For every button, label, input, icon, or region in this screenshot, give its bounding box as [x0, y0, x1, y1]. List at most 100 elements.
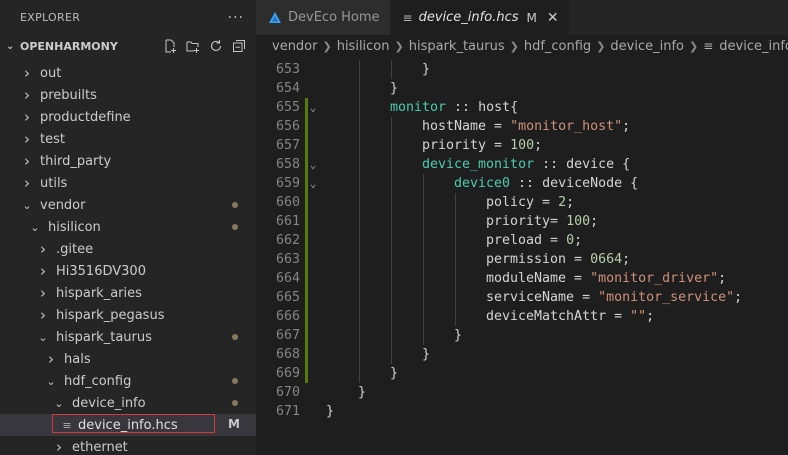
indent-guide — [423, 231, 424, 250]
folder-item[interactable]: › ethernet — [0, 436, 256, 455]
fold-chevron-icon[interactable]: ⌄ — [308, 155, 318, 174]
modified-gutter-bar — [305, 231, 308, 250]
chevron-right-icon[interactable]: › — [20, 174, 34, 192]
line-number: 658 — [275, 157, 300, 172]
fold-chevron-icon[interactable]: ⌄ — [308, 174, 318, 193]
fold-chevron-icon[interactable]: ⌄ — [308, 98, 318, 117]
chevron-down-icon: ⌄ — [6, 40, 15, 52]
line-number: 656 — [275, 119, 300, 134]
code-text: monitor :: host{ — [390, 98, 518, 117]
breadcrumb-item[interactable]: hispark_taurus — [409, 39, 505, 54]
chevron-right-icon[interactable]: › — [20, 130, 34, 148]
chevron-right-icon[interactable]: › — [20, 64, 34, 82]
modified-dot-icon — [232, 400, 238, 406]
project-root[interactable]: ⌄ OPENHARMONY — [0, 35, 256, 57]
deveco-icon — [269, 11, 281, 23]
chevron-right-icon[interactable]: › — [52, 438, 66, 455]
folder-item[interactable]: ⌄ vendor — [0, 194, 256, 216]
code-token: } — [454, 328, 463, 343]
breadcrumb-item[interactable]: device_info.hcs — [719, 39, 788, 54]
code-line: 653} — [256, 60, 788, 79]
code-line: 654} — [256, 79, 788, 98]
code-token: "" — [630, 309, 647, 324]
line-number: 657 — [275, 138, 300, 153]
code-token: } — [422, 62, 431, 77]
file-lines-icon: ≡ — [402, 10, 413, 25]
tree-item-label: hispark_pegasus — [56, 307, 165, 323]
collapse-all-icon[interactable] — [232, 39, 246, 53]
code-text: } — [390, 364, 398, 383]
code-token: device_monitor — [422, 157, 535, 172]
breadcrumb-item[interactable]: device_info — [610, 39, 684, 54]
breadcrumb-item[interactable]: vendor — [272, 39, 317, 54]
code-text: permission = 0664; — [486, 250, 630, 269]
folder-item[interactable]: ⌄ device_info — [0, 392, 256, 414]
chevron-down-icon[interactable]: ⌄ — [20, 199, 34, 212]
indent-guide — [455, 288, 456, 307]
chevron-down-icon[interactable]: ⌄ — [36, 331, 50, 344]
tab-deveco-home[interactable]: DevEco Home — [256, 0, 391, 35]
modified-gutter-bar — [305, 326, 308, 345]
new-file-icon[interactable] — [163, 39, 177, 53]
chevron-right-icon: ❯ — [322, 39, 332, 53]
chevron-right-icon[interactable]: › — [20, 108, 34, 126]
breadcrumb-item[interactable]: hdf_config — [524, 39, 591, 54]
chevron-right-icon[interactable]: › — [36, 262, 50, 280]
tree-item-label: utils — [40, 175, 68, 191]
chevron-right-icon[interactable]: › — [36, 284, 50, 302]
folder-item[interactable]: › third_party — [0, 150, 256, 172]
modified-dot-icon — [232, 202, 238, 208]
folder-item[interactable]: › Hi3516DV300 — [0, 260, 256, 282]
code-token: host{ — [478, 100, 519, 115]
folder-item[interactable]: › utils — [0, 172, 256, 194]
indent-guide — [391, 269, 392, 288]
explorer-title: EXPLORER — [20, 11, 81, 24]
code-token: ; — [566, 195, 575, 210]
chevron-right-icon[interactable]: › — [20, 86, 34, 104]
new-folder-icon[interactable] — [186, 39, 200, 53]
chevron-down-icon[interactable]: ⌄ — [28, 221, 42, 234]
code-text: } — [422, 60, 430, 79]
file-item[interactable]: ≡ device_info.hcs M — [0, 414, 256, 436]
folder-item[interactable]: › test — [0, 128, 256, 150]
code-token: } — [358, 385, 367, 400]
modified-gutter-bar — [305, 250, 308, 269]
chevron-down-icon[interactable]: ⌄ — [44, 375, 58, 388]
folder-item[interactable]: › prebuilts — [0, 84, 256, 106]
folder-item[interactable]: › .gitee — [0, 238, 256, 260]
tree-item-label: third_party — [40, 153, 112, 169]
code-line: 667} — [256, 326, 788, 345]
indent-guide — [359, 307, 360, 326]
folder-item[interactable]: › out — [0, 62, 256, 84]
tab-device-info-hcs[interactable]: ≡ device_info.hcs M ✕ — [390, 0, 570, 35]
folder-item[interactable]: ⌄ hdf_config — [0, 370, 256, 392]
folder-item[interactable]: ⌄ hispark_taurus — [0, 326, 256, 348]
indent-guide — [391, 231, 392, 250]
folder-item[interactable]: › hispark_aries — [0, 282, 256, 304]
code-token: :: — [446, 100, 479, 115]
chevron-right-icon[interactable]: › — [36, 240, 50, 258]
explorer-header: EXPLORER ··· — [0, 0, 256, 35]
breadcrumb-item[interactable]: hisilicon — [337, 39, 390, 54]
folder-item[interactable]: › productdefine — [0, 106, 256, 128]
code-text: priority = 100; — [422, 136, 542, 155]
modified-gutter-bar — [305, 307, 308, 326]
close-icon[interactable]: ✕ — [547, 10, 559, 26]
line-number: 666 — [275, 309, 300, 324]
indent-guide — [391, 136, 392, 155]
folder-item[interactable]: ⌄ hisilicon — [0, 216, 256, 238]
tree-item-label: device_info — [72, 395, 146, 411]
more-actions-icon[interactable]: ··· — [228, 10, 244, 26]
folder-item[interactable]: › hispark_pegasus — [0, 304, 256, 326]
code-editor[interactable]: 653} 654} 655 ⌄ monitor :: host{656 hostName … — [256, 60, 788, 421]
line-number: 664 — [275, 271, 300, 286]
code-token: policy = — [486, 195, 559, 210]
chevron-right-icon[interactable]: › — [20, 152, 34, 170]
code-token: 100 — [566, 214, 591, 229]
line-number: 668 — [275, 347, 300, 362]
chevron-right-icon[interactable]: › — [36, 306, 50, 324]
folder-item[interactable]: › hals — [0, 348, 256, 370]
chevron-right-icon[interactable]: › — [44, 350, 58, 368]
refresh-icon[interactable] — [209, 39, 223, 53]
chevron-down-icon[interactable]: ⌄ — [52, 397, 66, 410]
